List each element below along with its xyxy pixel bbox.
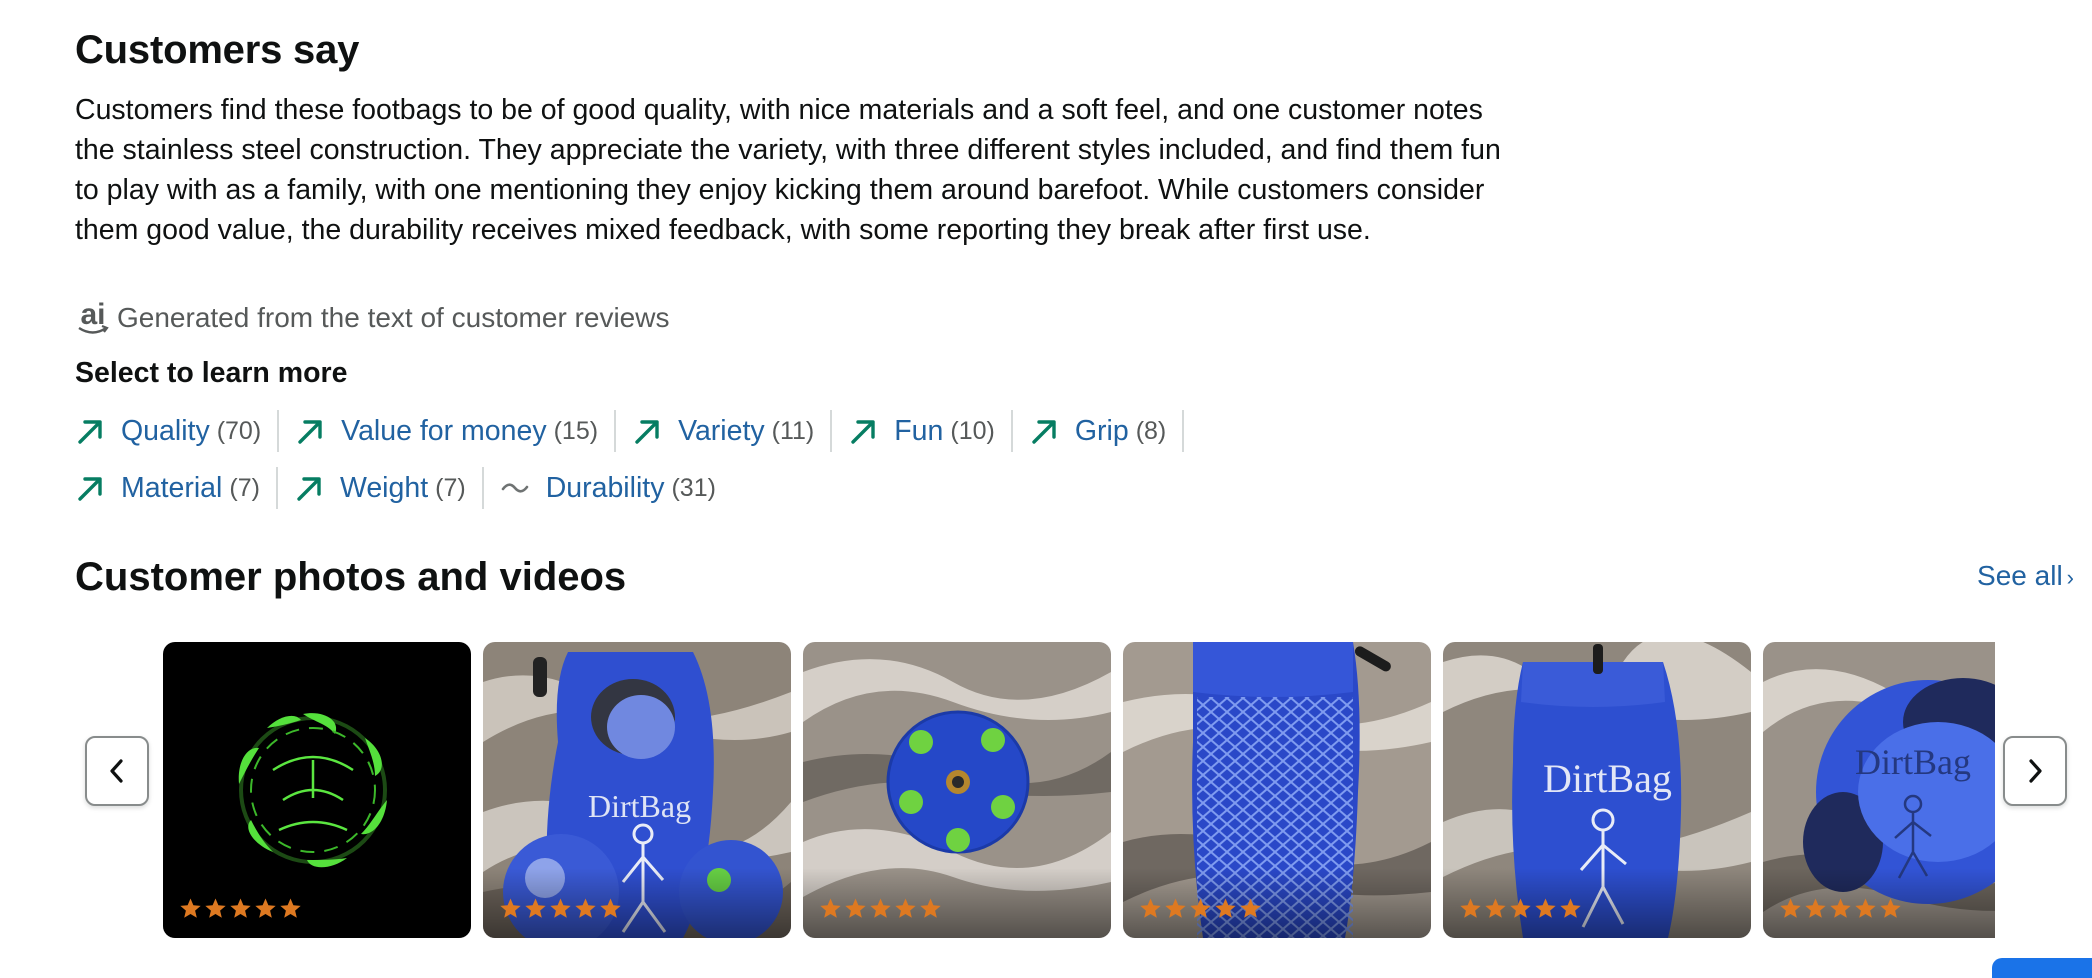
- aspect-count: (8): [1135, 416, 1167, 445]
- photo-thumbnail-1[interactable]: [163, 642, 471, 938]
- svg-text:DirtBag: DirtBag: [1855, 742, 1971, 782]
- rating-stars: [819, 897, 942, 920]
- star-icon: [1855, 898, 1876, 918]
- star-icon: [845, 898, 866, 918]
- customers-say-heading: Customers say: [75, 28, 360, 72]
- rating-stars: [1459, 897, 1582, 920]
- star-icon: [575, 898, 596, 918]
- star-icon: [550, 898, 571, 918]
- star-icon: [600, 898, 621, 918]
- star-icon: [1460, 898, 1481, 918]
- star-icon: [1780, 898, 1801, 918]
- star-icon: [1485, 898, 1506, 918]
- star-icon: [525, 898, 546, 918]
- aspect-count: (31): [671, 473, 716, 502]
- chevron-right-icon: [2029, 759, 2042, 783]
- aspect-material-button[interactable]: Material (7): [75, 467, 278, 509]
- aspect-row-1: Quality (70) Value for money (15) Variety (11…: [75, 410, 1200, 452]
- aspect-label: Weight: [339, 471, 429, 504]
- star-icon: [1510, 898, 1531, 918]
- star-icon: [1190, 898, 1211, 918]
- aspect-label: Fun: [894, 414, 944, 447]
- star-icon: [1805, 898, 1826, 918]
- mixed-trend-icon: [501, 483, 528, 493]
- positive-trend-arrow-icon: [851, 420, 875, 444]
- svg-text:DirtBag: DirtBag: [588, 788, 691, 824]
- carousel-prev-button[interactable]: [85, 736, 149, 806]
- ai-generated-note: ai Generated from the text of customer r…: [75, 300, 669, 336]
- positive-trend-arrow-icon: [78, 477, 102, 501]
- photo-thumbnail-2[interactable]: DirtBag: [483, 642, 791, 938]
- star-icon: [820, 898, 841, 918]
- photo-carousel: DirtBag DirtBag DirtBag: [75, 642, 2075, 938]
- rating-stars: [1779, 897, 1902, 920]
- aspect-label: Grip: [1074, 414, 1129, 447]
- positive-trend-arrow-icon: [297, 477, 321, 501]
- aspect-variety-button[interactable]: Variety (11): [632, 410, 833, 452]
- star-icon: [895, 898, 916, 918]
- select-to-learn-more-heading: Select to learn more: [75, 357, 348, 389]
- aspect-value-for-money-button[interactable]: Value for money (15): [295, 410, 617, 452]
- see-all-label: See all: [1977, 560, 2063, 591]
- star-icon: [1140, 898, 1161, 918]
- aspect-label: Quality: [121, 414, 210, 447]
- rating-stars: [179, 897, 302, 920]
- aspect-count: (70): [216, 416, 262, 445]
- positive-trend-arrow-icon: [298, 420, 322, 444]
- aspect-row-2: Material (7) Weight (7) Durability (31): [75, 467, 748, 509]
- star-icon: [1165, 898, 1186, 918]
- aspect-label: Variety: [678, 414, 765, 447]
- star-icon: [1880, 898, 1901, 918]
- aspect-label: Material: [121, 471, 223, 504]
- aspect-label: Value for money: [341, 414, 547, 447]
- star-icon: [180, 898, 201, 918]
- aspect-fun-button[interactable]: Fun (10): [848, 410, 1013, 452]
- aspect-count: (15): [553, 416, 599, 445]
- carousel-next-button[interactable]: [2003, 736, 2067, 806]
- star-icon: [1560, 898, 1581, 918]
- aspect-weight-button[interactable]: Weight (7): [294, 467, 484, 509]
- chevron-left-icon: [110, 759, 123, 783]
- see-all-link[interactable]: See all ›: [1977, 560, 2074, 592]
- aspect-count: (10): [950, 416, 995, 445]
- ai-icon: ai: [75, 300, 111, 336]
- aspect-label: Durability: [545, 471, 665, 504]
- rating-stars: [499, 897, 622, 920]
- positive-trend-arrow-icon: [1032, 420, 1056, 444]
- ai-note-text: Generated from the text of customer revi…: [117, 302, 670, 333]
- aspect-quality-button[interactable]: Quality (70): [75, 410, 280, 452]
- svg-text:DirtBag: DirtBag: [1543, 756, 1672, 801]
- star-icon: [255, 898, 276, 918]
- photo-thumbnail-6[interactable]: DirtBag: [1763, 642, 1995, 938]
- star-icon: [920, 898, 941, 918]
- aspect-count: (11): [771, 416, 815, 445]
- star-icon: [1215, 898, 1236, 918]
- star-icon: [1240, 898, 1261, 918]
- aspect-durability-button[interactable]: Durability (31): [500, 467, 732, 509]
- star-icon: [280, 898, 301, 918]
- chevron-right-icon: ›: [2066, 565, 2074, 590]
- star-icon: [205, 898, 226, 918]
- aspect-count: (7): [229, 473, 260, 502]
- positive-trend-arrow-icon: [635, 420, 659, 444]
- star-icon: [230, 898, 251, 918]
- positive-trend-arrow-icon: [78, 420, 102, 444]
- rating-stars: [1139, 897, 1262, 920]
- aspect-grip-button[interactable]: Grip (8): [1029, 410, 1185, 452]
- customer-photos-heading: Customer photos and videos: [75, 555, 627, 599]
- photo-thumbnail-3[interactable]: [803, 642, 1111, 938]
- feedback-tab-edge[interactable]: [1992, 958, 2092, 978]
- star-icon: [500, 898, 521, 918]
- photo-thumbnail-5[interactable]: DirtBag: [1443, 642, 1751, 938]
- star-icon: [870, 898, 891, 918]
- aspect-count: (7): [435, 473, 466, 502]
- star-icon: [1830, 898, 1851, 918]
- photo-thumbnail-4[interactable]: [1123, 642, 1431, 938]
- star-icon: [1535, 898, 1556, 918]
- review-summary-text: Customers find these footbags to be of g…: [75, 94, 1501, 246]
- photo-strip: DirtBag DirtBag DirtBag: [163, 642, 1995, 938]
